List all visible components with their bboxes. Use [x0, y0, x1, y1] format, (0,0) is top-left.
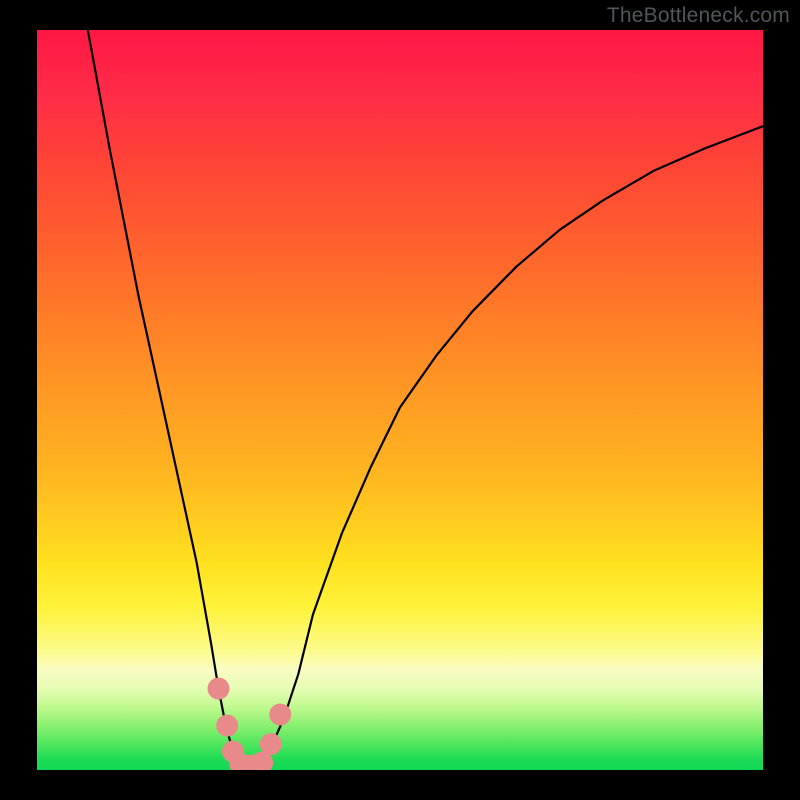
marker-group	[208, 678, 292, 770]
watermark-text: TheBottleneck.com	[607, 4, 790, 28]
data-marker	[260, 733, 282, 755]
data-marker	[216, 715, 238, 737]
curve-layer	[37, 30, 763, 770]
chart-frame: TheBottleneck.com	[0, 0, 800, 800]
bottleneck-curve	[88, 30, 763, 766]
plot-area	[37, 30, 763, 770]
data-marker	[269, 704, 291, 726]
data-marker	[208, 678, 230, 700]
